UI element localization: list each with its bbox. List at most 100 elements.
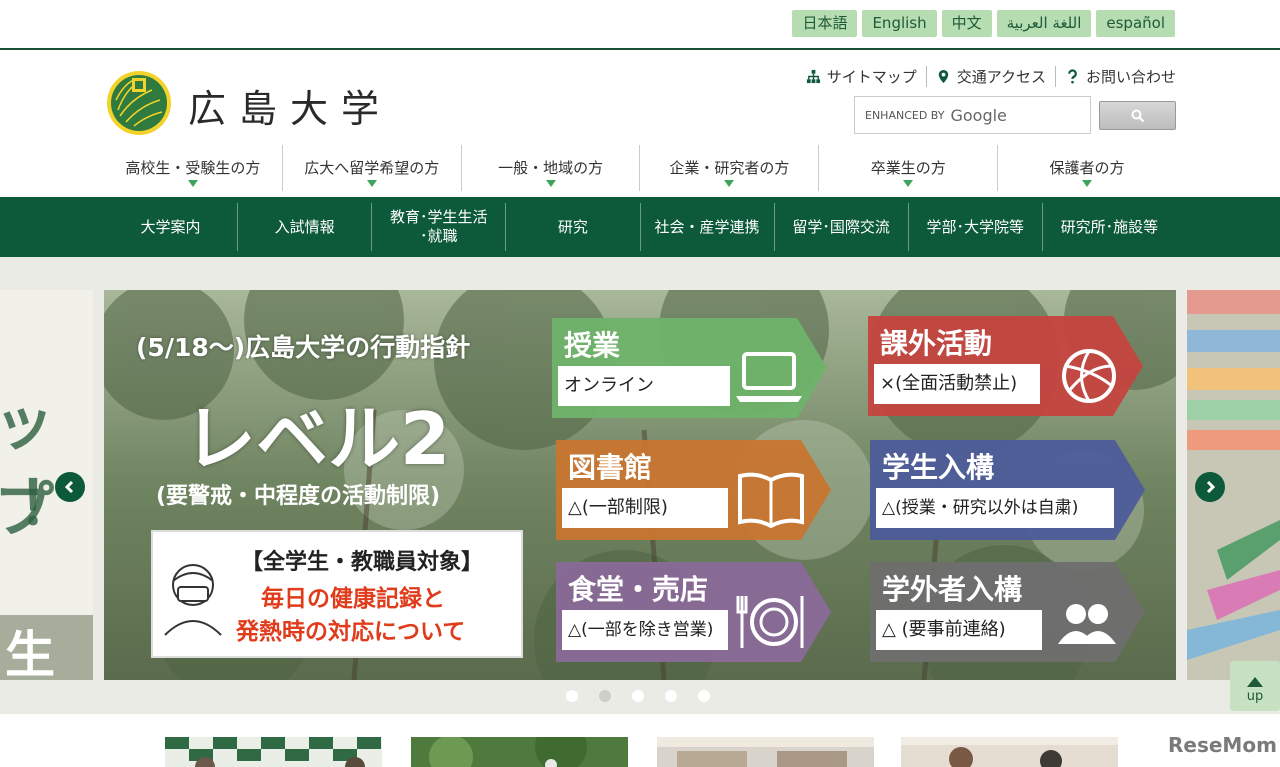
- resemom-watermark: ReseMom: [1168, 733, 1277, 757]
- slide-headline: (5/18〜)広島大学の行動指針: [136, 333, 471, 362]
- sitemap-link[interactable]: サイトマップ: [797, 66, 926, 87]
- chevron-left-icon: [64, 480, 74, 494]
- chevron-down-icon: [724, 180, 735, 187]
- status-card-classes: 授業 オンライン: [552, 318, 827, 418]
- peek-band: 生: [0, 615, 93, 680]
- card-title: 学生入構: [882, 451, 995, 484]
- carousel-dot[interactable]: [665, 690, 677, 702]
- status-card-extracurricular: 課外活動 ×(全面活動禁止): [868, 316, 1143, 416]
- audience-parents[interactable]: 保護者の方: [997, 145, 1176, 191]
- nav-label-line2: ･就職: [420, 227, 458, 245]
- university-name[interactable]: 広島大学: [188, 78, 392, 133]
- news-thumbnail[interactable]: [901, 737, 1118, 767]
- lang-english[interactable]: English: [862, 10, 937, 37]
- university-logo[interactable]: [106, 70, 172, 136]
- chevron-down-icon: [187, 180, 198, 187]
- sitemap-icon: [806, 69, 820, 84]
- dining-icon: [736, 596, 804, 648]
- nav-international[interactable]: 留学･国際交流: [773, 203, 908, 251]
- access-link[interactable]: 交通アクセス: [925, 66, 1055, 87]
- sitemap-label: サイトマップ: [826, 68, 917, 86]
- audience-companies[interactable]: 企業・研究者の方: [639, 145, 818, 191]
- nav-industry[interactable]: 社会・産学連携: [639, 203, 774, 251]
- news-thumbnail[interactable]: [165, 737, 382, 767]
- nav-label: 入試情報: [274, 217, 335, 236]
- lang-chinese[interactable]: 中文: [941, 10, 992, 37]
- back-to-top-button[interactable]: up: [1230, 661, 1280, 711]
- face-mask-icon: [164, 564, 222, 636]
- slide-level: レベル2: [184, 397, 451, 481]
- back-to-top-label: up: [1246, 689, 1264, 704]
- contact-link[interactable]: お問い合わせ: [1054, 66, 1176, 87]
- audience-label: 保護者の方: [1049, 159, 1125, 177]
- carousel-dot-active[interactable]: [599, 690, 611, 702]
- language-bar: 日本語 English 中文 اللغة العربية español: [0, 0, 1280, 50]
- audience-label: 卒業生の方: [870, 159, 946, 177]
- card-status: ×(全面活動禁止): [874, 364, 1040, 404]
- card-status: △(一部を除き営業): [562, 610, 728, 650]
- nav-about[interactable]: 大学案内: [104, 203, 237, 251]
- carousel-dots: [566, 690, 710, 702]
- health-notice-box[interactable]: 【全学生・教職員対象】 毎日の健康記録と 発熱時の対応について: [151, 530, 523, 658]
- chevron-down-icon: [903, 180, 914, 187]
- utility-links: サイトマップ 交通アクセス お問い合わせ: [797, 66, 1176, 87]
- carousel-next-button[interactable]: [1195, 472, 1225, 502]
- volleyball-icon: [1062, 349, 1116, 403]
- carousel-dot[interactable]: [698, 690, 710, 702]
- card-title: 食堂・売店: [568, 573, 709, 606]
- card-title: 課外活動: [880, 327, 993, 360]
- map-pin-icon: [938, 69, 948, 84]
- nav-label: 社会・産学連携: [654, 217, 760, 236]
- book-icon: [738, 472, 804, 529]
- card-title: 学外者入構: [882, 573, 1023, 606]
- carousel-slide[interactable]: (5/18〜)広島大学の行動指針 レベル2 (要警戒・中程度の活動制限) 【全学…: [104, 290, 1176, 680]
- news-thumbnail[interactable]: [411, 737, 628, 767]
- search-icon: [1131, 109, 1144, 122]
- notice-title: 【全学生・教職員対象】: [241, 550, 484, 575]
- audience-label: 企業・研究者の方: [669, 159, 790, 177]
- lang-spanish[interactable]: español: [1096, 10, 1175, 37]
- audience-alumni[interactable]: 卒業生の方: [818, 145, 997, 191]
- notice-line-2: 発熱時の対応について: [236, 619, 466, 645]
- card-status: △(一部制限): [562, 488, 728, 528]
- carousel-dot[interactable]: [566, 690, 578, 702]
- search-input[interactable]: ENHANCED BY Google: [854, 96, 1091, 134]
- chevron-down-icon: [366, 180, 377, 187]
- carousel-dot[interactable]: [632, 690, 644, 702]
- slide-level-subtitle: (要警戒・中程度の活動制限): [156, 484, 441, 509]
- news-thumbnail[interactable]: [657, 737, 874, 767]
- nav-label: 研究: [557, 217, 588, 236]
- chevron-right-icon: [1206, 480, 1216, 494]
- carousel-prev-button[interactable]: [55, 472, 85, 502]
- card-title: 図書館: [568, 451, 653, 484]
- search-button[interactable]: [1099, 101, 1176, 130]
- lang-japanese[interactable]: 日本語: [792, 10, 858, 37]
- search-powered-by: ENHANCED BY: [865, 108, 945, 122]
- status-card-dining: 食堂・売店 △(一部を除き営業): [556, 562, 831, 662]
- nav-label: 学部･大学院等: [926, 217, 1025, 236]
- lang-arabic[interactable]: اللغة العربية: [996, 10, 1092, 37]
- card-status: △ (要事前連絡): [876, 610, 1042, 650]
- nav-label: 留学･国際交流: [792, 217, 890, 236]
- audience-label: 広大へ留学希望の方: [304, 159, 440, 177]
- chevron-down-icon: [1082, 180, 1093, 187]
- audience-public[interactable]: 一般・地域の方: [460, 145, 640, 191]
- nav-faculties[interactable]: 学部･大学院等: [907, 203, 1042, 251]
- nav-institutes[interactable]: 研究所･施設等: [1041, 203, 1176, 251]
- arrow-up-icon: [1247, 677, 1263, 687]
- audience-label: 一般・地域の方: [498, 159, 604, 177]
- audience-nav: 高校生・受験生の方 広大へ留学希望の方 一般・地域の方 企業・研究者の方 卒業生…: [104, 145, 1176, 191]
- audience-prospective-students[interactable]: 高校生・受験生の方: [104, 145, 282, 191]
- audience-international[interactable]: 広大へ留学希望の方: [281, 145, 461, 191]
- nav-research[interactable]: 研究: [505, 203, 639, 251]
- google-brand: Google: [950, 105, 1007, 125]
- nav-label: 研究所･施設等: [1060, 217, 1159, 236]
- status-card-visitor-entry: 学外者入構 △ (要事前連絡): [870, 562, 1145, 662]
- nav-education[interactable]: 教育･学生生活 ･就職: [371, 203, 505, 251]
- status-card-student-entry: 学生入構 △(授業・研究以外は自粛): [870, 440, 1145, 540]
- nav-admissions[interactable]: 入試情報: [237, 203, 371, 251]
- card-status: オンライン: [558, 366, 730, 406]
- laptop-icon: [736, 352, 802, 402]
- nav-label: 大学案内: [140, 217, 201, 236]
- main-nav: 大学案内 入試情報 教育･学生生活 ･就職 研究 社会・産学連携 留学･国際交流 …: [0, 197, 1280, 257]
